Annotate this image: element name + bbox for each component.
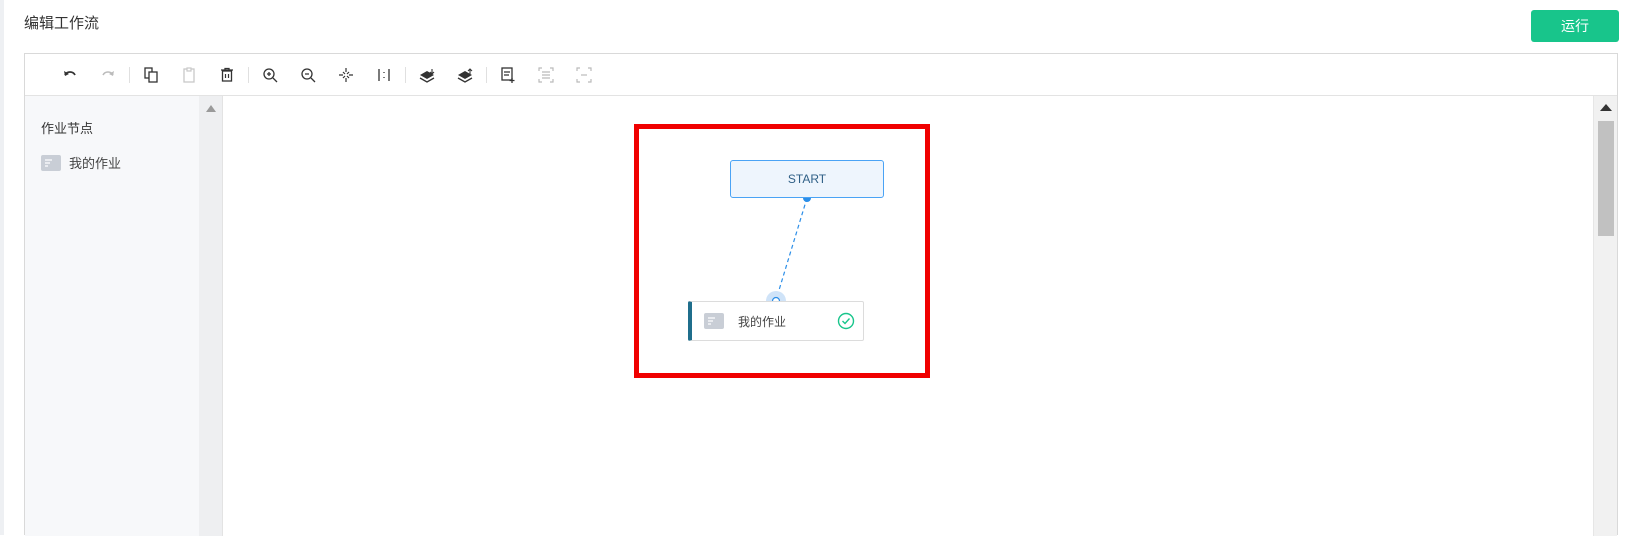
highlight-box bbox=[634, 124, 930, 378]
scroll-up-arrow-icon[interactable] bbox=[1600, 104, 1612, 111]
run-button[interactable]: 运行 bbox=[1531, 10, 1619, 42]
toolbar-divider bbox=[129, 66, 130, 83]
undo-icon bbox=[64, 70, 76, 76]
trash-icon bbox=[221, 67, 233, 82]
canvas-scrollbar[interactable] bbox=[1593, 96, 1617, 536]
zoom-out-button[interactable] bbox=[289, 61, 327, 89]
select-all-icon bbox=[538, 66, 554, 83]
select-clear-button[interactable] bbox=[565, 61, 603, 89]
import-layers-icon bbox=[419, 68, 435, 83]
zoom-in-button[interactable] bbox=[251, 61, 289, 89]
fit-view-button[interactable] bbox=[327, 61, 365, 89]
page-left-edge bbox=[0, 0, 4, 535]
undo-button[interactable] bbox=[51, 61, 89, 89]
scrollbar-thumb[interactable] bbox=[1598, 121, 1614, 236]
select-add-button[interactable] bbox=[489, 61, 527, 89]
actual-size-button[interactable] bbox=[365, 61, 403, 89]
toolbar-divider bbox=[486, 66, 487, 83]
toolbar-divider bbox=[405, 66, 406, 83]
redo-icon bbox=[102, 70, 114, 76]
sidebar-scrollbar[interactable] bbox=[199, 96, 223, 536]
paste-button[interactable] bbox=[170, 61, 208, 89]
palette-item-job[interactable]: 我的作业 bbox=[41, 153, 121, 172]
zoom-in-icon bbox=[263, 67, 278, 82]
palette-title: 作业节点 bbox=[41, 121, 94, 136]
delete-button[interactable] bbox=[208, 61, 246, 89]
copy-icon bbox=[144, 66, 158, 83]
select-clear-icon bbox=[576, 66, 592, 83]
page-title: 编辑工作流 bbox=[24, 15, 100, 32]
toolbar-divider bbox=[248, 66, 249, 83]
redo-button[interactable] bbox=[89, 61, 127, 89]
scroll-up-arrow-icon[interactable] bbox=[206, 105, 216, 112]
toolbar bbox=[25, 54, 1617, 96]
export-button[interactable] bbox=[446, 61, 484, 89]
select-add-icon bbox=[501, 66, 515, 83]
zoom-out-icon bbox=[301, 67, 316, 82]
copy-button[interactable] bbox=[132, 61, 170, 89]
select-all-button[interactable] bbox=[527, 61, 565, 89]
import-button[interactable] bbox=[408, 61, 446, 89]
node-palette-sidebar: 作业节点 我的作业 bbox=[25, 96, 199, 536]
export-layers-icon bbox=[457, 67, 473, 83]
actual-size-icon bbox=[378, 68, 390, 81]
palette-item-label: 我的作业 bbox=[69, 156, 122, 171]
fit-view-icon bbox=[339, 67, 353, 82]
paste-icon bbox=[183, 66, 195, 83]
job-node-icon bbox=[41, 154, 61, 171]
